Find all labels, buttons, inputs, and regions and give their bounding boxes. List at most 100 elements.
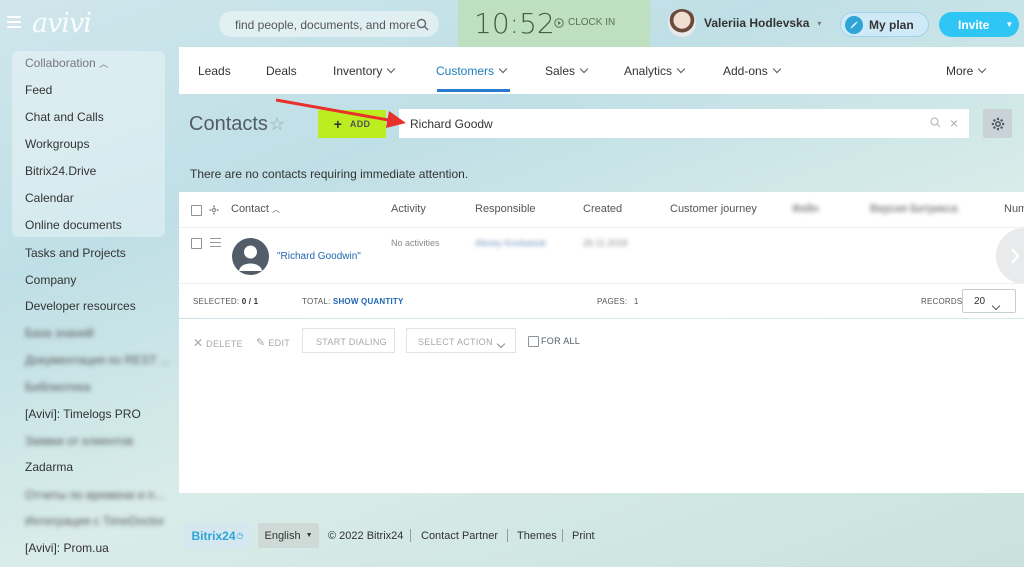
select-action-label: SELECT ACTION (418, 337, 493, 347)
contact-name-link[interactable]: "Richard Goodwin" (277, 251, 361, 262)
gear-icon (991, 117, 1004, 130)
sidebar-section-header[interactable]: Collaboration ︿ (25, 56, 108, 70)
gear-icon[interactable] (209, 205, 219, 215)
column-header-customer-journey[interactable]: Customer journey (670, 203, 757, 215)
contact-avatar (232, 238, 269, 275)
tab-inventory[interactable]: Inventory (333, 64, 396, 78)
sidebar-item-company[interactable]: Company (25, 273, 76, 287)
tab-label: Inventory (333, 64, 383, 78)
sidebar-item-zadarma[interactable]: Zadarma (25, 460, 73, 474)
tab-label: More (946, 64, 974, 78)
invite-button[interactable]: Invite ▼ (939, 12, 1019, 37)
chevron-down-icon[interactable]: ▼ (1005, 20, 1013, 29)
divider (179, 227, 1024, 228)
chevron-down-icon (387, 64, 396, 74)
contact-partner-link[interactable]: Contact Partner (421, 530, 498, 542)
row-checkbox[interactable] (191, 238, 202, 249)
sidebar-item-knowledge-base[interactable]: База знаний (25, 326, 94, 340)
records-value: 20 (974, 296, 986, 307)
language-selector[interactable]: English ▼ (258, 523, 319, 548)
sidebar-item-timelogs[interactable]: [Avivi]: Timelogs PRO (25, 407, 141, 421)
tab-sales[interactable]: Sales (545, 64, 589, 78)
column-header-custom-1[interactable]: Фейн (792, 203, 819, 215)
tab-analytics[interactable]: Analytics (624, 64, 686, 78)
close-icon: ✕ (193, 336, 204, 350)
print-link[interactable]: Print (572, 530, 595, 542)
chevron-down-icon[interactable]: ▾ (817, 19, 821, 28)
clock-widget[interactable]: 10:52 CLOCK IN (458, 0, 650, 47)
column-header-responsible[interactable]: Responsible (475, 203, 536, 215)
sidebar-item-feed[interactable]: Feed (25, 83, 52, 97)
search-icon[interactable] (416, 18, 429, 31)
clock-in-button[interactable]: CLOCK IN (554, 17, 615, 28)
search-input[interactable] (233, 17, 417, 33)
sidebar-item-online-documents[interactable]: Online documents (25, 218, 122, 232)
sidebar-item-drive[interactable]: Bitrix24.Drive (25, 164, 96, 178)
tab-leads[interactable]: Leads (198, 64, 231, 78)
start-dialing-label: START DIALING (316, 337, 387, 347)
sidebar-item-tasks[interactable]: Tasks and Projects (25, 246, 126, 260)
edit-button[interactable]: ✎ EDIT (256, 336, 290, 349)
sidebar-item-time-reports[interactable]: Отчеты по времени и п... (25, 488, 164, 502)
user-menu[interactable]: Valeriia Hodlevska ▾ (668, 9, 821, 37)
chevron-down-icon (772, 64, 781, 74)
filter-search-box[interactable]: × (399, 109, 969, 138)
chevron-down-icon (496, 339, 506, 349)
total-count: TOTAL: SHOW QUANTITY (302, 297, 404, 306)
column-header-created[interactable]: Created (583, 203, 622, 215)
user-avatar[interactable] (668, 9, 696, 37)
for-all-checkbox[interactable] (528, 336, 539, 347)
tab-deals[interactable]: Deals (266, 64, 297, 78)
row-responsible[interactable]: Alexey Kovbasiuk (475, 238, 546, 248)
global-search[interactable] (219, 11, 439, 37)
column-header-custom-2[interactable]: Версия Битрикса (870, 203, 957, 215)
menu-icon[interactable] (7, 16, 21, 28)
sidebar-item-developer[interactable]: Developer resources (25, 299, 136, 313)
clock-time: 10:52 (474, 7, 555, 40)
chevron-down-icon: ▼ (305, 532, 313, 539)
for-all-label: FOR ALL (541, 336, 581, 346)
filter-search-input[interactable] (410, 117, 910, 131)
sidebar-item-timedoctor[interactable]: Интеграция с TimeDoctor (25, 514, 164, 528)
sidebar-item-calendar[interactable]: Calendar (25, 191, 74, 205)
sidebar-item-client-requests[interactable]: Заявки от клиентов (25, 434, 133, 448)
tab-more[interactable]: More (946, 64, 987, 78)
close-icon[interactable]: × (950, 115, 958, 131)
user-name[interactable]: Valeriia Hodlevska (704, 16, 809, 30)
tab-label: Leads (198, 64, 231, 78)
tab-addons[interactable]: Add-ons (723, 64, 781, 78)
row-menu-icon[interactable] (210, 238, 221, 250)
company-logo[interactable]: avivi (32, 8, 92, 39)
tab-label: Analytics (624, 64, 673, 78)
edit-label: EDIT (268, 338, 291, 348)
search-icon[interactable] (930, 117, 941, 128)
column-header-contact[interactable]: Contact ︿ (231, 203, 280, 215)
grid-settings-button[interactable] (983, 109, 1012, 138)
sidebar-item-library[interactable]: Библиотека (25, 380, 90, 394)
themes-link[interactable]: Themes (517, 530, 557, 542)
records-per-page-select[interactable]: 20 (962, 289, 1016, 313)
sort-asc-icon: ︿ (271, 205, 280, 214)
sidebar-item-rest-docs[interactable]: Документация по REST ... (25, 353, 170, 367)
sidebar-item-workgroups[interactable]: Workgroups (25, 137, 89, 151)
invite-label: Invite (958, 17, 990, 32)
start-dialing-button[interactable]: START DIALING (302, 328, 395, 353)
tab-label: Add-ons (723, 64, 768, 78)
select-action-dropdown[interactable]: SELECT ACTION (406, 328, 516, 353)
select-all-checkbox[interactable] (191, 205, 202, 216)
tab-label: Customers (436, 64, 495, 78)
sidebar-item-chat[interactable]: Chat and Calls (25, 110, 104, 124)
column-header-activity[interactable]: Activity (391, 203, 426, 215)
language-label: English (264, 529, 301, 542)
sidebar-item-prom[interactable]: [Avivi]: Prom.ua (25, 541, 109, 555)
attention-notice: There are no contacts requiring immediat… (190, 167, 469, 181)
row-created: 26.11.2018 (583, 238, 628, 248)
pages-info: PAGES: 1 (597, 297, 639, 306)
show-quantity-link[interactable]: SHOW QUANTITY (333, 297, 404, 306)
column-header-num[interactable]: Num (1004, 203, 1024, 215)
tab-customers[interactable]: Customers (436, 64, 508, 78)
bitrix24-logo[interactable]: Bitrix24 ◷ (183, 523, 252, 548)
delete-button[interactable]: ✕ DELETE (193, 336, 243, 350)
divider (179, 283, 1024, 284)
my-plan-button[interactable]: My plan (840, 12, 929, 37)
